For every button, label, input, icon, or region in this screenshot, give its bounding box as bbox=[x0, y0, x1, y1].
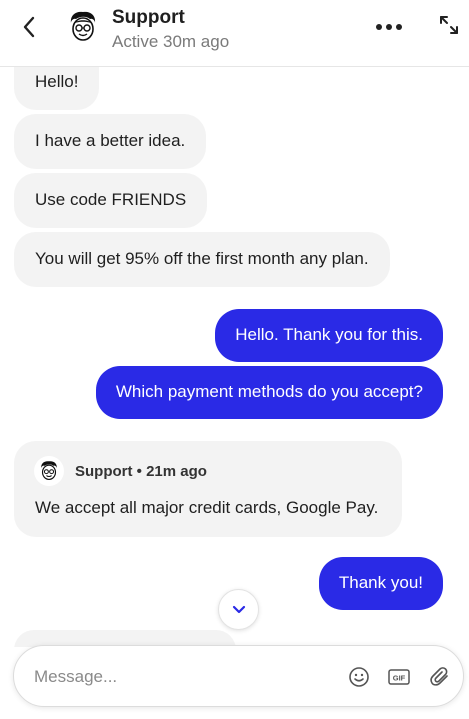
more-horizontal-icon bbox=[376, 24, 402, 30]
support-avatar bbox=[34, 456, 64, 486]
incoming-message-text: We accept all major credit cards, Google… bbox=[35, 498, 379, 517]
support-avatar bbox=[70, 11, 96, 41]
message-list[interactable]: Hello! I have a better idea. Use code FR… bbox=[0, 67, 469, 647]
outgoing-message: Thank you! bbox=[318, 557, 443, 610]
chevron-left-icon bbox=[23, 16, 35, 38]
chat-header: Support Active 30m ago bbox=[0, 0, 469, 67]
chevron-down-icon bbox=[232, 605, 245, 613]
expand-button[interactable] bbox=[436, 12, 462, 38]
chat-title: Support bbox=[112, 7, 185, 28]
gif-icon: GIF bbox=[388, 669, 410, 685]
outgoing-message: Hello. Thank you for this. bbox=[215, 309, 443, 362]
paperclip-icon bbox=[430, 667, 448, 686]
incoming-message: Use code FRIENDS bbox=[14, 173, 208, 228]
incoming-message: I have a better idea. bbox=[14, 114, 207, 169]
agent-reply-card: Support • 21m ago We accept all major cr… bbox=[14, 441, 402, 537]
message-author-time: Support • 21m ago bbox=[75, 463, 207, 480]
attach-button[interactable] bbox=[428, 665, 452, 689]
message-input[interactable] bbox=[34, 660, 334, 694]
expand-icon bbox=[440, 16, 458, 34]
smiley-icon bbox=[349, 667, 369, 687]
incoming-message: You will get 95% off the first month any… bbox=[14, 232, 390, 287]
emoji-button[interactable] bbox=[347, 665, 371, 689]
message-composer: GIF bbox=[13, 645, 464, 707]
scroll-to-bottom-button[interactable] bbox=[218, 589, 259, 630]
outgoing-message: Which payment methods do you accept? bbox=[95, 366, 443, 419]
activity-status: Active 30m ago bbox=[112, 32, 230, 51]
gif-label: GIF bbox=[393, 674, 406, 683]
gif-button[interactable]: GIF bbox=[387, 667, 411, 687]
back-button[interactable] bbox=[16, 14, 42, 40]
more-options-button[interactable] bbox=[374, 16, 404, 38]
avatar-icon bbox=[41, 461, 57, 480]
incoming-message: Hello! bbox=[14, 67, 100, 110]
